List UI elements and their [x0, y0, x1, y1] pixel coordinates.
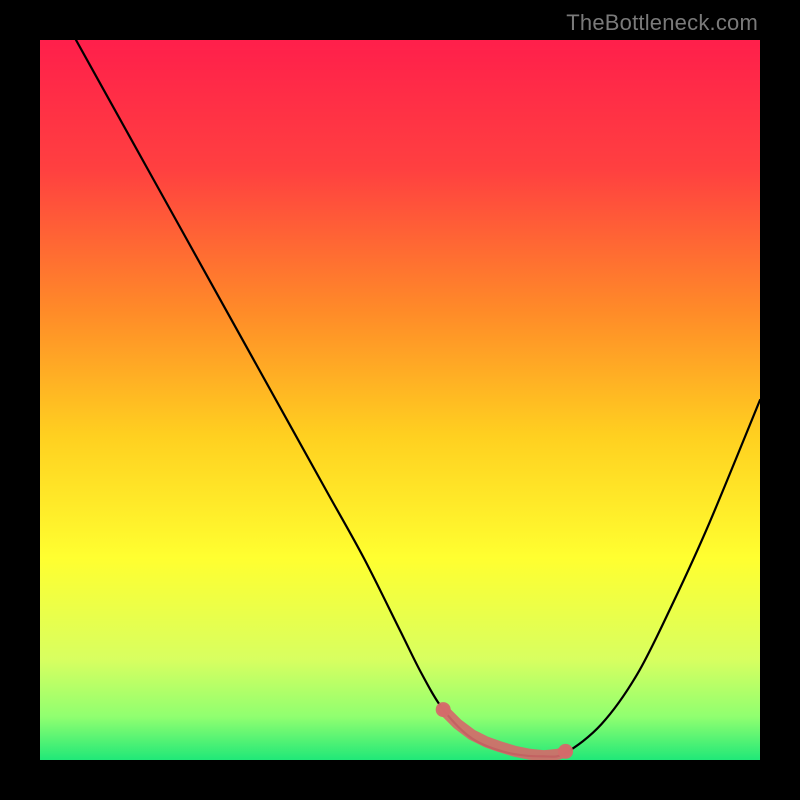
- optimal-range-marker: [436, 702, 573, 759]
- watermark-text: TheBottleneck.com: [566, 10, 758, 36]
- chart-frame: [40, 40, 760, 760]
- bottleneck-curve: [76, 40, 760, 757]
- chart-plot: [40, 40, 760, 760]
